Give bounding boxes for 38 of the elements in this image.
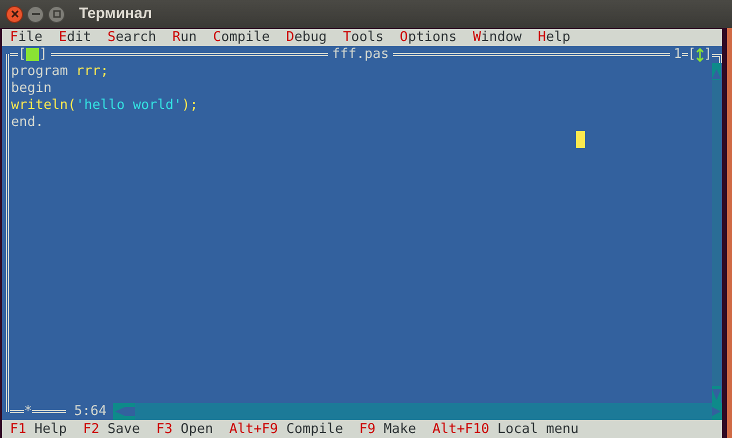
text-cursor <box>576 131 585 148</box>
shortcut-item[interactable]: F3 Open <box>156 420 214 438</box>
menu-item[interactable]: Edit <box>58 29 92 46</box>
menu-item[interactable]: Compile <box>213 29 270 46</box>
code-line: end. <box>11 114 44 131</box>
code-line: program rrr; <box>11 63 109 80</box>
horizontal-scrollbar[interactable] <box>112 403 722 420</box>
scroll-down-arrow-icon[interactable] <box>712 386 721 403</box>
shortcut-item[interactable]: Alt+F9 Compile <box>229 420 344 438</box>
menu-item[interactable]: Debug <box>286 29 327 46</box>
modified-indicator: * <box>24 403 32 420</box>
menu-item[interactable]: File <box>10 29 43 46</box>
shortcut-item[interactable]: F2 Save <box>83 420 140 438</box>
window-title: Терминал <box>79 4 152 24</box>
code-line: begin <box>11 80 52 97</box>
maximize-button[interactable] <box>48 6 65 22</box>
code-line: writeln('hello world'); <box>11 97 198 114</box>
maximize-icon <box>52 10 60 18</box>
shortcut-item[interactable]: Alt+F10 Local menu <box>432 420 579 438</box>
window-number: 1 <box>674 46 682 63</box>
minimize-button[interactable] <box>27 6 44 22</box>
cursor-position: 5:64 <box>74 403 107 420</box>
shortcut-item[interactable]: F1 Help <box>10 420 67 438</box>
close-button[interactable] <box>6 6 23 22</box>
menu-item[interactable]: Tools <box>342 29 384 46</box>
menu-item[interactable]: Window <box>472 29 522 46</box>
menu-item[interactable]: Search <box>107 29 156 46</box>
shortcut-item[interactable]: F9 Make <box>359 420 416 438</box>
file-title: fff.pas <box>332 46 389 63</box>
menu-item[interactable]: Run <box>172 29 197 46</box>
close-box-button[interactable]: [ ] <box>18 46 48 63</box>
close-icon <box>10 10 18 18</box>
menu-item[interactable]: Help <box>538 29 570 46</box>
menu-item[interactable]: Options <box>400 29 457 46</box>
minimize-icon <box>32 13 40 15</box>
up-down-arrow-icon <box>696 48 704 62</box>
zoom-box-button[interactable]: [ ] <box>688 46 712 63</box>
vertical-scrollbar[interactable] <box>712 63 721 403</box>
